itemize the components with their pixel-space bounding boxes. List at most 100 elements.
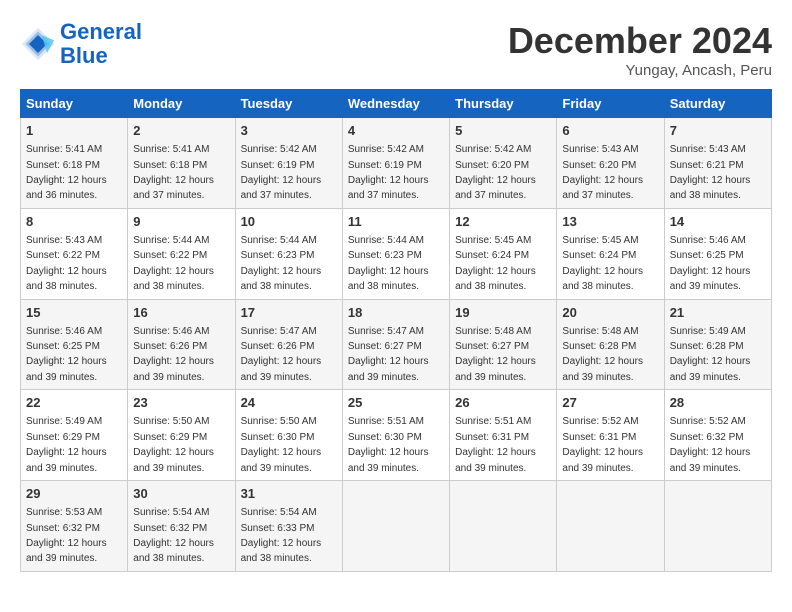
day-number: 18	[348, 304, 444, 322]
calendar-day-cell: 24 Sunrise: 5:50 AM Sunset: 6:30 PM Dayli…	[235, 390, 342, 481]
logo-line2: Blue	[60, 43, 108, 68]
day-number: 7	[670, 122, 766, 140]
day-number: 9	[133, 213, 229, 231]
header-day-monday: Monday	[128, 90, 235, 118]
calendar-day-cell: 12 Sunrise: 5:45 AM Sunset: 6:24 PM Dayli…	[450, 208, 557, 299]
day-detail: Sunrise: 5:41 AM Sunset: 6:18 PM Dayligh…	[133, 144, 214, 201]
calendar-day-cell: 27Sunrise: 5:52 AM Sunset: 6:31 PM Dayli…	[557, 390, 664, 481]
day-number: 21	[670, 304, 766, 322]
calendar-day-cell: 22 Sunrise: 5:49 AM Sunset: 6:29 PM Dayli…	[21, 390, 128, 481]
calendar-day-cell: 14 Sunrise: 5:46 AM Sunset: 6:25 PM Dayli…	[664, 208, 771, 299]
calendar-body: 1 Sunrise: 5:41 AM Sunset: 6:18 PM Daylig…	[21, 118, 772, 572]
day-detail: Sunrise: 5:45 AM Sunset: 6:24 PM Dayligh…	[455, 235, 536, 292]
day-detail: Sunrise: 5:52 AM Sunset: 6:32 PM Dayligh…	[670, 416, 751, 473]
day-number: 30	[133, 485, 229, 503]
calendar-day-cell	[342, 481, 449, 572]
title-block: December 2024 Yungay, Ancash, Peru	[508, 20, 772, 79]
calendar-day-cell: 11 Sunrise: 5:44 AM Sunset: 6:23 PM Dayli…	[342, 208, 449, 299]
calendar-day-cell: 3Sunrise: 5:42 AM Sunset: 6:19 PM Daylig…	[235, 118, 342, 209]
day-number: 20	[562, 304, 658, 322]
calendar-week-row: 1 Sunrise: 5:41 AM Sunset: 6:18 PM Daylig…	[21, 118, 772, 209]
day-number: 14	[670, 213, 766, 231]
day-detail: Sunrise: 5:43 AM Sunset: 6:20 PM Dayligh…	[562, 144, 643, 201]
calendar-day-cell: 18 Sunrise: 5:47 AM Sunset: 6:27 PM Dayli…	[342, 299, 449, 390]
calendar-day-cell: 6 Sunrise: 5:43 AM Sunset: 6:20 PM Daylig…	[557, 118, 664, 209]
calendar-day-cell: 21 Sunrise: 5:49 AM Sunset: 6:28 PM Dayli…	[664, 299, 771, 390]
page-header: General Blue December 2024 Yungay, Ancas…	[20, 20, 772, 79]
day-detail: Sunrise: 5:51 AM Sunset: 6:30 PM Dayligh…	[348, 416, 429, 473]
calendar-day-cell	[664, 481, 771, 572]
day-number: 23	[133, 394, 229, 412]
header-day-thursday: Thursday	[450, 90, 557, 118]
day-detail: Sunrise: 5:51 AM Sunset: 6:31 PM Dayligh…	[455, 416, 536, 473]
calendar-week-row: 29Sunrise: 5:53 AM Sunset: 6:32 PM Dayli…	[21, 481, 772, 572]
calendar-week-row: 8 Sunrise: 5:43 AM Sunset: 6:22 PM Daylig…	[21, 208, 772, 299]
day-detail: Sunrise: 5:44 AM Sunset: 6:23 PM Dayligh…	[348, 235, 429, 292]
header-day-friday: Friday	[557, 90, 664, 118]
day-number: 6	[562, 122, 658, 140]
calendar-day-cell: 8 Sunrise: 5:43 AM Sunset: 6:22 PM Daylig…	[21, 208, 128, 299]
day-detail: Sunrise: 5:50 AM Sunset: 6:30 PM Dayligh…	[241, 416, 322, 473]
day-detail: Sunrise: 5:47 AM Sunset: 6:26 PM Dayligh…	[241, 326, 322, 383]
calendar-day-cell: 28 Sunrise: 5:52 AM Sunset: 6:32 PM Dayli…	[664, 390, 771, 481]
header-day-wednesday: Wednesday	[342, 90, 449, 118]
calendar-header-row: SundayMondayTuesdayWednesdayThursdayFrid…	[21, 90, 772, 118]
day-number: 1	[26, 122, 122, 140]
calendar-day-cell: 7 Sunrise: 5:43 AM Sunset: 6:21 PM Daylig…	[664, 118, 771, 209]
calendar-day-cell: 23 Sunrise: 5:50 AM Sunset: 6:29 PM Dayli…	[128, 390, 235, 481]
header-day-tuesday: Tuesday	[235, 90, 342, 118]
day-number: 16	[133, 304, 229, 322]
day-number: 8	[26, 213, 122, 231]
day-detail: Sunrise: 5:47 AM Sunset: 6:27 PM Dayligh…	[348, 326, 429, 383]
calendar-day-cell: 29Sunrise: 5:53 AM Sunset: 6:32 PM Dayli…	[21, 481, 128, 572]
calendar-day-cell: 16Sunrise: 5:46 AM Sunset: 6:26 PM Dayli…	[128, 299, 235, 390]
day-number: 5	[455, 122, 551, 140]
logo-icon	[20, 26, 56, 62]
day-detail: Sunrise: 5:42 AM Sunset: 6:19 PM Dayligh…	[348, 144, 429, 201]
day-detail: Sunrise: 5:41 AM Sunset: 6:18 PM Dayligh…	[26, 144, 107, 201]
day-detail: Sunrise: 5:42 AM Sunset: 6:19 PM Dayligh…	[241, 144, 322, 201]
calendar-day-cell: 30Sunrise: 5:54 AM Sunset: 6:32 PM Dayli…	[128, 481, 235, 572]
day-number: 2	[133, 122, 229, 140]
day-number: 15	[26, 304, 122, 322]
calendar-day-cell: 4 Sunrise: 5:42 AM Sunset: 6:19 PM Daylig…	[342, 118, 449, 209]
day-detail: Sunrise: 5:52 AM Sunset: 6:31 PM Dayligh…	[562, 416, 643, 473]
calendar-day-cell: 15Sunrise: 5:46 AM Sunset: 6:25 PM Dayli…	[21, 299, 128, 390]
day-detail: Sunrise: 5:46 AM Sunset: 6:25 PM Dayligh…	[670, 235, 751, 292]
day-number: 28	[670, 394, 766, 412]
day-number: 31	[241, 485, 337, 503]
calendar-week-row: 22 Sunrise: 5:49 AM Sunset: 6:29 PM Dayli…	[21, 390, 772, 481]
day-detail: Sunrise: 5:53 AM Sunset: 6:32 PM Dayligh…	[26, 507, 107, 564]
day-detail: Sunrise: 5:49 AM Sunset: 6:29 PM Dayligh…	[26, 416, 107, 473]
day-number: 11	[348, 213, 444, 231]
calendar-day-cell: 2 Sunrise: 5:41 AM Sunset: 6:18 PM Daylig…	[128, 118, 235, 209]
day-number: 19	[455, 304, 551, 322]
header-day-sunday: Sunday	[21, 90, 128, 118]
calendar-table: SundayMondayTuesdayWednesdayThursdayFrid…	[20, 89, 772, 572]
month-title: December 2024	[508, 20, 772, 62]
day-detail: Sunrise: 5:43 AM Sunset: 6:22 PM Dayligh…	[26, 235, 107, 292]
day-detail: Sunrise: 5:48 AM Sunset: 6:27 PM Dayligh…	[455, 326, 536, 383]
day-number: 12	[455, 213, 551, 231]
calendar-day-cell: 31 Sunrise: 5:54 AM Sunset: 6:33 PM Dayli…	[235, 481, 342, 572]
day-detail: Sunrise: 5:54 AM Sunset: 6:33 PM Dayligh…	[241, 507, 322, 564]
day-detail: Sunrise: 5:49 AM Sunset: 6:28 PM Dayligh…	[670, 326, 751, 383]
location: Yungay, Ancash, Peru	[508, 62, 772, 79]
calendar-day-cell: 13 Sunrise: 5:45 AM Sunset: 6:24 PM Dayli…	[557, 208, 664, 299]
calendar-day-cell	[450, 481, 557, 572]
day-detail: Sunrise: 5:45 AM Sunset: 6:24 PM Dayligh…	[562, 235, 643, 292]
calendar-day-cell: 17Sunrise: 5:47 AM Sunset: 6:26 PM Dayli…	[235, 299, 342, 390]
day-number: 22	[26, 394, 122, 412]
day-detail: Sunrise: 5:42 AM Sunset: 6:20 PM Dayligh…	[455, 144, 536, 201]
day-number: 13	[562, 213, 658, 231]
day-number: 4	[348, 122, 444, 140]
calendar-day-cell	[557, 481, 664, 572]
day-detail: Sunrise: 5:43 AM Sunset: 6:21 PM Dayligh…	[670, 144, 751, 201]
day-number: 24	[241, 394, 337, 412]
day-number: 26	[455, 394, 551, 412]
logo-text: General Blue	[60, 20, 142, 68]
day-number: 10	[241, 213, 337, 231]
day-detail: Sunrise: 5:50 AM Sunset: 6:29 PM Dayligh…	[133, 416, 214, 473]
day-detail: Sunrise: 5:44 AM Sunset: 6:23 PM Dayligh…	[241, 235, 322, 292]
calendar-day-cell: 26 Sunrise: 5:51 AM Sunset: 6:31 PM Dayli…	[450, 390, 557, 481]
